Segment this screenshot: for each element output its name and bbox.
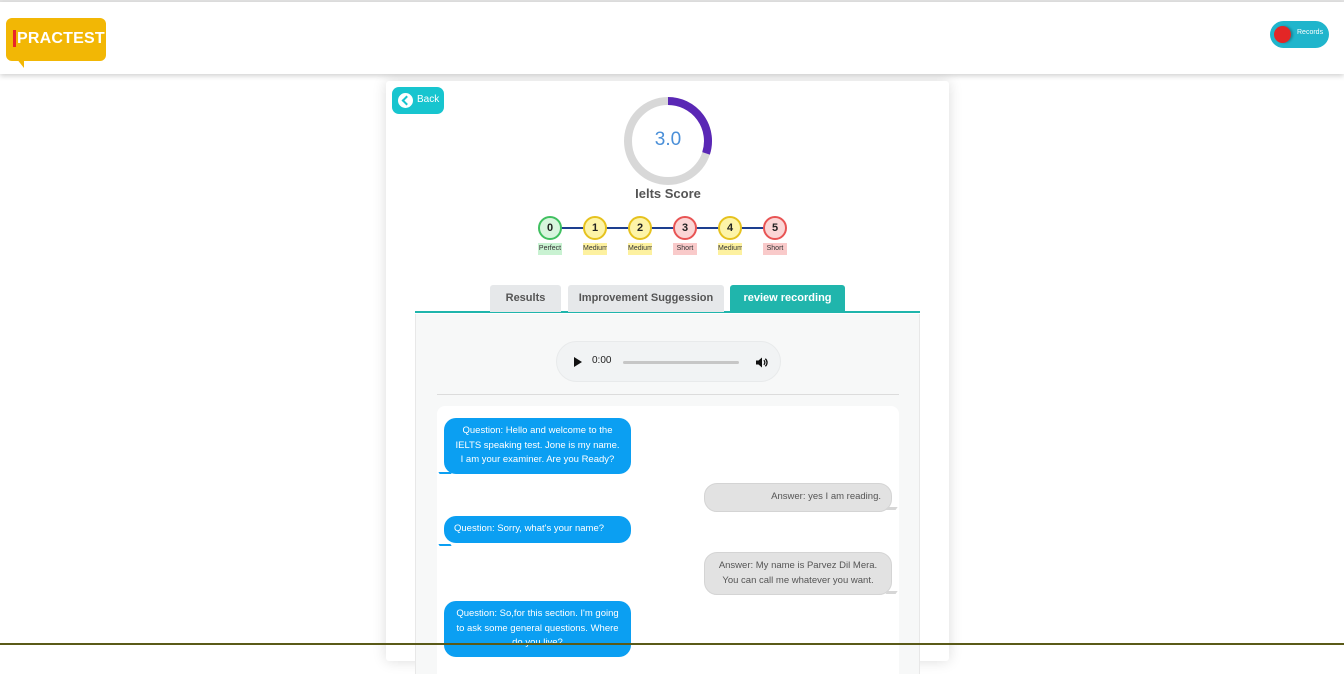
step-marker[interactable]: 1 — [583, 216, 607, 240]
logo-text: PRACTEST — [17, 30, 105, 47]
records-label: Records — [1297, 29, 1324, 36]
step-marker[interactable]: 4 — [718, 216, 742, 240]
question-bubble: Question: So,for this section. I'm going… — [444, 601, 631, 657]
step-status-tag: Short — [673, 243, 697, 255]
step-status-tag: Medium — [628, 243, 652, 255]
step-marker[interactable]: 0 — [538, 216, 562, 240]
step-status-tag: Medium — [718, 243, 742, 255]
record-dot-icon — [1274, 26, 1291, 43]
audio-time: 0:00 — [592, 355, 612, 366]
review-recording-panel: 0:00 Question: Hello and welcome to the … — [415, 314, 920, 686]
back-button[interactable]: Back — [392, 87, 444, 114]
result-tabs: Results Improvement Suggession review re… — [415, 285, 920, 313]
step-marker[interactable]: 3 — [673, 216, 697, 240]
logo-speech-tail — [16, 58, 24, 68]
answer-bubble: Answer: yes I am reading. — [704, 483, 892, 512]
logo-i-mark — [13, 30, 16, 47]
question-bubble: Question: Hello and welcome to the IELTS… — [444, 418, 631, 474]
chevron-left-circle-icon — [398, 93, 413, 108]
step-status-tag: Short — [763, 243, 787, 255]
step-status-tag: Perfect — [538, 243, 562, 255]
score-title: Ielts Score — [635, 186, 701, 201]
step-marker[interactable]: 5 — [763, 216, 787, 240]
records-toggle[interactable]: Records — [1270, 21, 1329, 48]
back-button-label: Back — [417, 94, 440, 105]
audio-player[interactable]: 0:00 — [556, 341, 781, 382]
question-bubble: Question: Sorry, what's your name? — [444, 516, 631, 543]
volume-icon[interactable] — [755, 356, 768, 369]
answer-steps: 0 Perfect 1 Medium 2 Medium 3 Short 4 Medium 5 Shor… — [536, 214, 806, 259]
step-status-tag: Medium — [583, 243, 607, 255]
panel-divider — [437, 394, 899, 395]
step-marker[interactable]: 2 — [628, 216, 652, 240]
tab-results[interactable]: Results — [490, 285, 561, 312]
navbar: PRACTEST Records — [0, 2, 1344, 74]
play-icon[interactable] — [574, 357, 582, 367]
practest-logo[interactable]: PRACTEST — [6, 18, 106, 68]
tab-review-recording[interactable]: review recording — [730, 285, 845, 312]
audio-progress-bar[interactable] — [623, 361, 739, 364]
score-value: 3.0 — [654, 129, 682, 150]
tab-improvement-suggession[interactable]: Improvement Suggession — [568, 285, 724, 312]
score-card: Back 3.0 Ielts Score 0 Perfect 1 Medium 2 Med… — [386, 81, 949, 686]
answer-bubble: Answer: My name is Parvez Dil Mera. You … — [704, 552, 892, 595]
